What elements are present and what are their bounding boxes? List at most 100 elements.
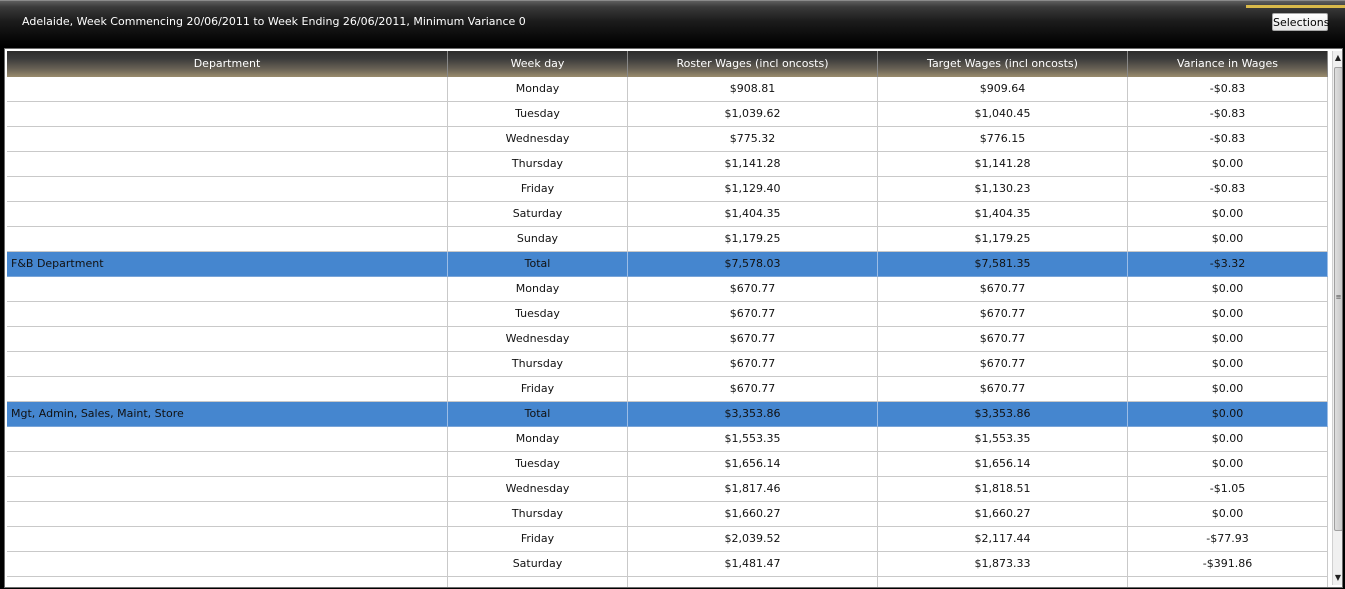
roster-wages-cell: $908.81 — [628, 77, 878, 102]
department-cell — [7, 452, 448, 477]
column-header-department[interactable]: Department — [7, 51, 448, 77]
variance-cell: -$1.05 — [1128, 477, 1328, 502]
grid-body: Monday $908.81 $909.64 -$0.83 Tuesday $1,039.… — [7, 77, 1328, 587]
variance-cell: $0.00 — [1128, 302, 1328, 327]
table-row[interactable]: Friday $2,039.52 $2,117.44 -$77.93 — [7, 527, 1328, 552]
vertical-scrollbar[interactable]: ▲ ≡ ▼ — [1332, 51, 1342, 585]
target-wages-cell: $670.77 — [878, 377, 1128, 402]
target-wages-cell: $7,581.35 — [878, 252, 1128, 277]
table-row[interactable]: Thursday $1,141.28 $1,141.28 $0.00 — [7, 152, 1328, 177]
target-wages-cell: $1,873.33 — [878, 552, 1128, 577]
roster-wages-cell: $1,039.62 — [628, 102, 878, 127]
table-row[interactable]: Friday $1,129.40 $1,130.23 -$0.83 — [7, 177, 1328, 202]
selections-button[interactable]: Selections — [1272, 13, 1329, 31]
weekday-cell: Saturday — [448, 552, 628, 577]
target-wages-cell: $1,040.45 — [878, 102, 1128, 127]
weekday-cell: Friday — [448, 527, 628, 552]
column-header-week-day[interactable]: Week day — [448, 51, 628, 77]
department-cell — [7, 327, 448, 352]
department-cell — [7, 577, 448, 587]
grid-header: Department Week day Roster Wages (incl o… — [7, 51, 1328, 77]
scroll-grip-icon: ≡ — [1335, 293, 1342, 301]
table-row[interactable]: Wednesday $1,817.46 $1,818.51 -$1.05 — [7, 477, 1328, 502]
roster-wages-cell: $7,578.03 — [628, 252, 878, 277]
target-wages-cell: $670.77 — [878, 352, 1128, 377]
table-row[interactable]: Friday $670.77 $670.77 $0.00 — [7, 377, 1328, 402]
roster-wages-cell: $670.77 — [628, 327, 878, 352]
total-row[interactable]: Mgt, Admin, Sales, Maint, Store Total $3,3… — [7, 402, 1328, 427]
roster-wages-cell: $1,481.47 — [628, 552, 878, 577]
variance-cell: $0.00 — [1128, 202, 1328, 227]
weekday-cell: Total — [448, 252, 628, 277]
table-row[interactable]: Saturday $1,404.35 $1,404.35 $0.00 — [7, 202, 1328, 227]
roster-wages-cell — [628, 577, 878, 587]
table-row[interactable]: Monday $1,553.35 $1,553.35 $0.00 — [7, 427, 1328, 452]
department-cell — [7, 352, 448, 377]
target-wages-cell: $776.15 — [878, 127, 1128, 152]
variance-cell: $0.00 — [1128, 327, 1328, 352]
variance-cell: -$77.93 — [1128, 527, 1328, 552]
weekday-cell: Tuesday — [448, 102, 628, 127]
roster-wages-cell: $2,039.52 — [628, 527, 878, 552]
department-cell — [7, 552, 448, 577]
variance-cell: $0.00 — [1128, 277, 1328, 302]
department-cell — [7, 477, 448, 502]
roster-wages-cell: $670.77 — [628, 377, 878, 402]
column-header-variance[interactable]: Variance in Wages — [1128, 51, 1328, 77]
total-row[interactable]: F&B Department Total $7,578.03 $7,581.35 -$3… — [7, 252, 1328, 277]
weekday-cell: Monday — [448, 427, 628, 452]
weekday-cell: Thursday — [448, 502, 628, 527]
report-title: Adelaide, Week Commencing 20/06/2011 to … — [22, 15, 526, 28]
target-wages-cell: $1,404.35 — [878, 202, 1128, 227]
department-cell — [7, 502, 448, 527]
table-row[interactable]: Thursday $670.77 $670.77 $0.00 — [7, 352, 1328, 377]
variance-cell: $0.00 — [1128, 227, 1328, 252]
weekday-cell: Thursday — [448, 352, 628, 377]
weekday-cell: Thursday — [448, 152, 628, 177]
table-row[interactable]: Monday $670.77 $670.77 $0.00 — [7, 277, 1328, 302]
weekday-cell: Tuesday — [448, 452, 628, 477]
table-row[interactable]: Saturday $1,481.47 $1,873.33 -$391.86 — [7, 552, 1328, 577]
scrollbar-thumb[interactable]: ≡ — [1334, 67, 1342, 531]
weekday-cell: Wednesday — [448, 327, 628, 352]
target-wages-cell: $1,141.28 — [878, 152, 1128, 177]
weekday-cell: Sunday — [448, 227, 628, 252]
table-row[interactable]: Wednesday $775.32 $776.15 -$0.83 — [7, 127, 1328, 152]
department-cell — [7, 177, 448, 202]
table-row[interactable]: Tuesday $670.77 $670.77 $0.00 — [7, 302, 1328, 327]
variance-cell: -$0.83 — [1128, 127, 1328, 152]
table-row[interactable]: Thursday $1,660.27 $1,660.27 $0.00 — [7, 502, 1328, 527]
target-wages-cell: $1,656.14 — [878, 452, 1128, 477]
table-row[interactable]: Wednesday $670.77 $670.77 $0.00 — [7, 327, 1328, 352]
department-cell — [7, 152, 448, 177]
variance-cell: $0.00 — [1128, 452, 1328, 477]
table-row[interactable]: Tuesday $1,656.14 $1,656.14 $0.00 — [7, 452, 1328, 477]
table-row[interactable] — [7, 577, 1328, 587]
target-wages-cell: $1,179.25 — [878, 227, 1128, 252]
roster-wages-cell: $1,656.14 — [628, 452, 878, 477]
table-row[interactable]: Sunday $1,179.25 $1,179.25 $0.00 — [7, 227, 1328, 252]
variance-cell: -$0.83 — [1128, 77, 1328, 102]
weekday-cell: Friday — [448, 377, 628, 402]
roster-wages-cell: $1,553.35 — [628, 427, 878, 452]
department-cell — [7, 127, 448, 152]
table-row[interactable]: Monday $908.81 $909.64 -$0.83 — [7, 77, 1328, 102]
title-bar: Adelaide, Week Commencing 20/06/2011 to … — [0, 0, 1345, 46]
weekday-cell: Wednesday — [448, 127, 628, 152]
variance-cell: $0.00 — [1128, 502, 1328, 527]
variance-cell: $0.00 — [1128, 377, 1328, 402]
target-wages-cell: $3,353.86 — [878, 402, 1128, 427]
roster-wages-cell: $775.32 — [628, 127, 878, 152]
scroll-down-arrow-icon[interactable]: ▼ — [1333, 571, 1342, 585]
column-header-roster-wages[interactable]: Roster Wages (incl oncosts) — [628, 51, 878, 77]
roster-wages-cell: $670.77 — [628, 302, 878, 327]
department-cell — [7, 427, 448, 452]
scroll-up-arrow-icon[interactable]: ▲ — [1333, 51, 1342, 65]
target-wages-cell: $670.77 — [878, 277, 1128, 302]
table-row[interactable]: Tuesday $1,039.62 $1,040.45 -$0.83 — [7, 102, 1328, 127]
target-wages-cell: $670.77 — [878, 302, 1128, 327]
department-cell — [7, 227, 448, 252]
weekday-cell: Wednesday — [448, 477, 628, 502]
variance-cell: -$0.83 — [1128, 102, 1328, 127]
column-header-target-wages[interactable]: Target Wages (incl oncosts) — [878, 51, 1128, 77]
